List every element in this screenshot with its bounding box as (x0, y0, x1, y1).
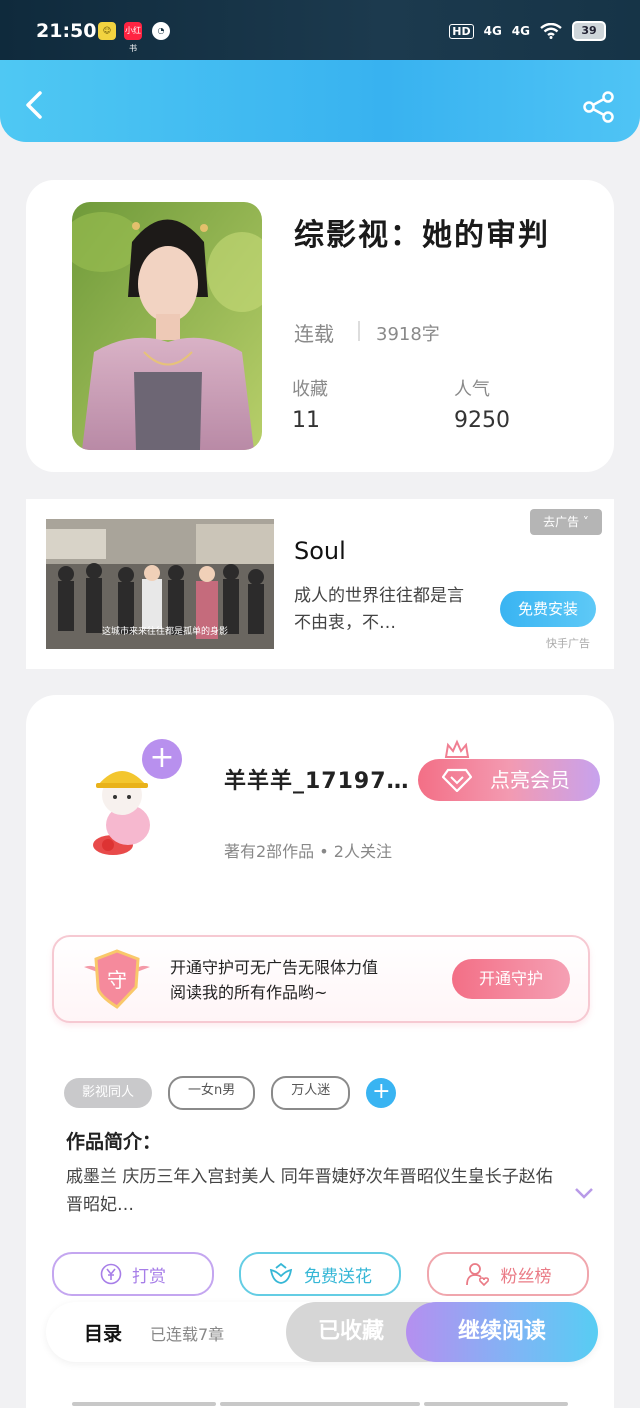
continue-reading-button[interactable]: 继续阅读 (406, 1302, 598, 1362)
vip-button[interactable]: 点亮会员 (418, 759, 600, 801)
chevron-down-icon[interactable] (574, 1187, 594, 1199)
hd-icon: HD (449, 23, 474, 39)
send-flower-button[interactable]: 免费送花 (239, 1252, 401, 1296)
tag-item[interactable]: 一女n男 (168, 1076, 256, 1110)
guard-badge-char: 守 (107, 968, 127, 992)
fans-label: 粉丝榜 (500, 1266, 552, 1287)
guard-line-2: 阅读我的所有作品哟~ (170, 983, 328, 1002)
plus-icon: + (372, 1079, 391, 1104)
book-cover[interactable] (72, 202, 262, 450)
tag-item[interactable]: 万人迷 (271, 1076, 351, 1110)
guard-description: 开通守护可无广告无限体力值 阅读我的所有作品哟~ (170, 955, 378, 1005)
xiaohongshu-icon: 小红书 (124, 22, 142, 53)
install-button[interactable]: 免费安装 (500, 591, 596, 627)
favorites-count: 11 (292, 408, 320, 433)
vip-label: 点亮会员 (490, 768, 570, 792)
yen-icon (100, 1263, 122, 1285)
author-meta: 著有2部作品 • 2人关注 (224, 842, 392, 861)
share-icon[interactable] (582, 90, 616, 124)
bottom-action-bar: 目录 已连载7章 已收藏 继续阅读 (46, 1302, 598, 1362)
favorites-label: 收藏 (292, 379, 328, 400)
remove-ad-label: 去广告 (543, 515, 580, 529)
reward-label: 打赏 (132, 1266, 166, 1287)
wifi-icon (540, 23, 562, 39)
reward-button[interactable]: 打赏 (52, 1252, 214, 1296)
user-heart-icon (465, 1263, 489, 1287)
word-count: 3918字 (376, 324, 440, 345)
status-indicators: HD 4G 4G 39 (449, 21, 606, 41)
status-bar: 21:50 ☺ 小红书 ◔ HD 4G 4G 39 (0, 0, 640, 60)
ad-image[interactable]: 这城市来来往往都是孤单的身影 (46, 519, 274, 649)
intro-title: 作品简介： (66, 1131, 162, 1153)
intro-text: 戚墨兰 庆历三年入宫封美人 同年晋婕妤次年晋昭仪生皇长子赵佑晋昭妃… (66, 1167, 553, 1215)
tag-list: 影视同人 一女n男 万人迷 + (64, 1076, 397, 1110)
guard-shield-icon: 守 (84, 949, 150, 1009)
nav-indicator (72, 1402, 216, 1406)
add-tag-button[interactable]: + (366, 1078, 397, 1108)
signal-icon: 4G (483, 24, 502, 38)
status-time: 21:50 (36, 20, 97, 42)
plus-icon: + (149, 740, 175, 775)
flower-label: 免费送花 (304, 1266, 372, 1287)
collected-label: 已收藏 (317, 1319, 384, 1344)
ad-source: 快手广告 (546, 637, 590, 650)
open-guard-button[interactable]: 开通守护 (452, 959, 570, 999)
follow-author-button[interactable]: + (142, 739, 182, 779)
ad-title: Soul (294, 537, 346, 565)
book-info-card: 综影视：她的审判 连载 3918字 收藏 11 人气 9250 (26, 180, 614, 472)
guard-line-1: 开通守护可无广告无限体力值 (170, 958, 379, 977)
ad-image-caption: 这城市来来往往都是孤单的身影 (102, 625, 228, 637)
serial-status: 连载 (294, 322, 334, 346)
fans-rank-button[interactable]: 粉丝榜 (427, 1252, 589, 1296)
flower-icon (269, 1262, 293, 1284)
tag-item[interactable]: 影视同人 (64, 1078, 153, 1108)
back-icon[interactable] (20, 90, 50, 120)
author-name[interactable]: 羊羊羊_17197… (224, 763, 410, 795)
guard-banner[interactable]: 守 开通守护可无广告无限体力值 阅读我的所有作品哟~ 开通守护 (52, 935, 590, 1023)
table-of-contents-button[interactable]: 目录 (84, 1319, 122, 1346)
diamond-icon (442, 768, 472, 792)
ad-description: 成人的世界往往都是言不由衷，不… (294, 586, 464, 633)
nav-indicator (424, 1402, 568, 1406)
signal-icon-2: 4G (511, 24, 530, 38)
nav-indicator (220, 1402, 420, 1406)
battery-icon: 39 (572, 21, 606, 41)
book-title: 综影视：她的审判 (294, 218, 550, 253)
crown-icon (444, 739, 470, 758)
ad-banner[interactable]: 这城市来来往往都是孤单的身影 去广告 ˅ Soul 成人的世界往往都是言不由衷，… (26, 499, 614, 669)
popularity-label: 人气 (454, 379, 490, 400)
remove-ad-button[interactable]: 去广告 ˅ (530, 509, 602, 535)
speed-icon: ◔ (152, 22, 170, 40)
popularity-count: 9250 (454, 408, 510, 433)
top-header (0, 60, 640, 142)
divider (358, 321, 360, 341)
app-notification-icon: ☺ (98, 22, 116, 40)
chapter-count: 已连载7章 (150, 1325, 225, 1344)
